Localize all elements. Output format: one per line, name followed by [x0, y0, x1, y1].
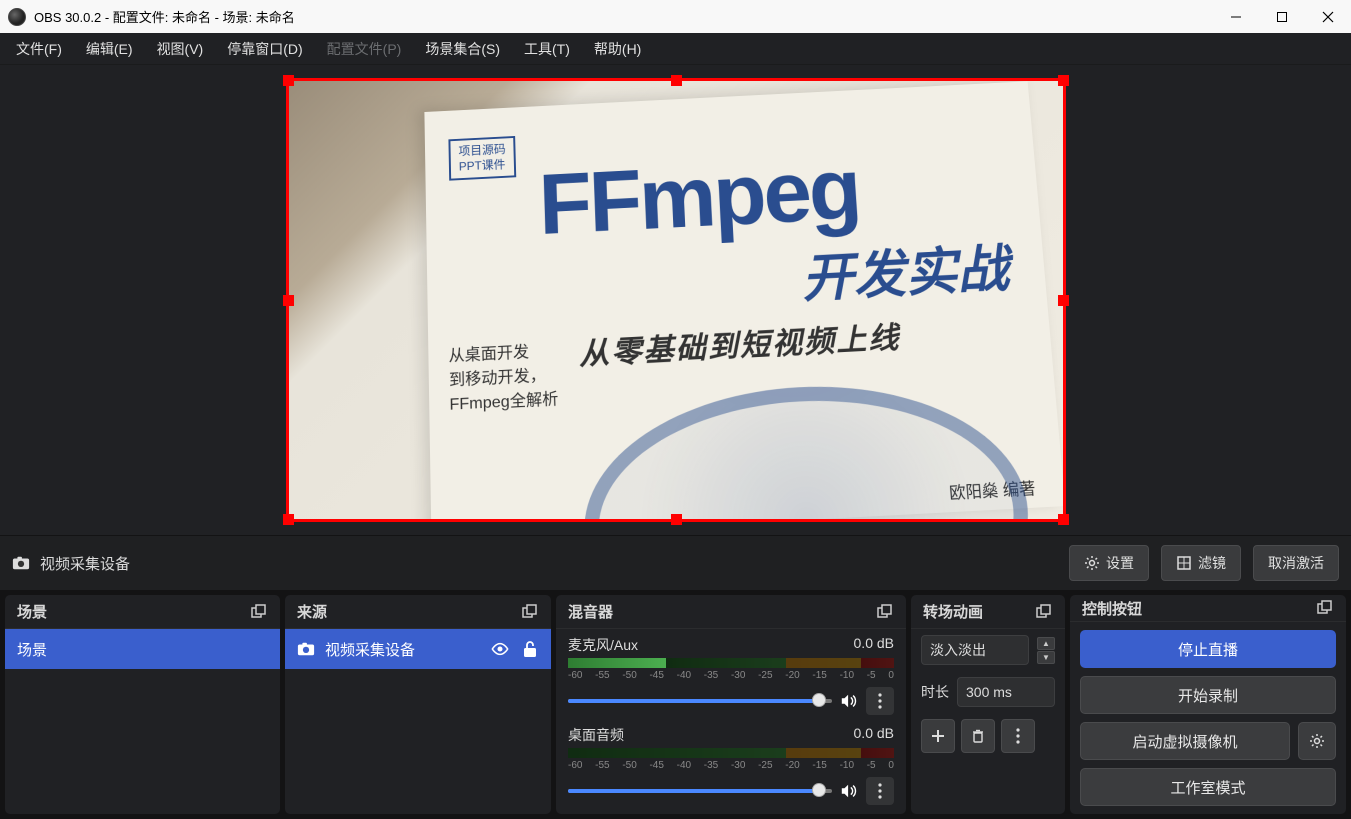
close-button[interactable] [1305, 0, 1351, 33]
controls-title: 控制按钮 [1082, 598, 1142, 619]
channel-menu-button[interactable] [866, 777, 894, 805]
dock-panels: 场景 场景 来源 视频采集设备 混音器 麦克风/Au [0, 590, 1351, 819]
add-transition-button[interactable] [921, 719, 955, 753]
popout-icon[interactable] [1316, 599, 1334, 617]
menu-help[interactable]: 帮助(H) [590, 35, 645, 63]
start-virtual-cam-button[interactable]: 启动虚拟摄像机 [1080, 722, 1290, 760]
popout-icon[interactable] [1035, 603, 1053, 621]
transition-menu-button[interactable] [1001, 719, 1035, 753]
resize-handle-tc[interactable] [671, 75, 682, 86]
spinner-down[interactable]: ▼ [1037, 651, 1055, 664]
mixer-channel-desktop: 桌面音频0.0 dB -60-55-50-45-40-35-30-25-20-1… [556, 719, 906, 809]
book-badge-line2: PPT课件 [458, 157, 505, 173]
virtual-cam-settings-button[interactable] [1298, 722, 1336, 760]
window-title: OBS 30.0.2 - 配置文件: 未命名 - 场景: 未命名 [34, 7, 295, 26]
scene-item[interactable]: 场景 [5, 629, 280, 669]
start-record-button[interactable]: 开始录制 [1080, 676, 1336, 714]
transitions-panel: 转场动画 淡入淡出 ▲▼ 时长 300 ms [911, 595, 1065, 814]
obs-logo-icon [8, 8, 26, 26]
audio-meter [568, 748, 894, 758]
mixer-title: 混音器 [568, 601, 613, 622]
eye-icon[interactable] [491, 640, 509, 658]
titlebar: OBS 30.0.2 - 配置文件: 未命名 - 场景: 未命名 [0, 0, 1351, 33]
sources-panel: 来源 视频采集设备 [285, 595, 551, 814]
resize-handle-bc[interactable] [671, 514, 682, 525]
mixer-panel: 混音器 麦克风/Aux0.0 dB -60-55-50-45-40-35-30-… [556, 595, 906, 814]
camera-icon [297, 640, 315, 658]
resize-handle-ml[interactable] [283, 295, 294, 306]
transition-select[interactable]: 淡入淡出 [921, 635, 1029, 665]
popout-icon[interactable] [521, 603, 539, 621]
spinner-up[interactable]: ▲ [1037, 637, 1055, 650]
menu-edit[interactable]: 编辑(E) [82, 35, 137, 63]
source-toolbar: 视频采集设备 设置 滤镜 取消激活 [0, 535, 1351, 590]
menu-view[interactable]: 视图(V) [153, 35, 208, 63]
resize-handle-bl[interactable] [283, 514, 294, 525]
resize-handle-tr[interactable] [1058, 75, 1069, 86]
preview-video-feed: 项目源码PPT课件 FFmpeg 开发实战 从零基础到短视频上线 从桌面开发到移… [289, 81, 1063, 519]
resize-handle-tl[interactable] [283, 75, 294, 86]
studio-mode-button[interactable]: 工作室模式 [1080, 768, 1336, 806]
deactivate-button[interactable]: 取消激活 [1253, 545, 1339, 581]
scenes-panel: 场景 场景 [5, 595, 280, 814]
duration-label: 时长 [921, 682, 949, 702]
popout-icon[interactable] [876, 603, 894, 621]
book-badge-line1: 项目源码 [458, 142, 505, 158]
resize-handle-mr[interactable] [1058, 295, 1069, 306]
stop-stream-button[interactable]: 停止直播 [1080, 630, 1336, 668]
menu-profile[interactable]: 配置文件(P) [323, 35, 406, 63]
resize-handle-br[interactable] [1058, 514, 1069, 525]
preview-canvas[interactable]: 项目源码PPT课件 FFmpeg 开发实战 从零基础到短视频上线 从桌面开发到移… [289, 81, 1063, 519]
channel-menu-button[interactable] [866, 687, 894, 715]
volume-slider[interactable] [568, 789, 832, 793]
volume-slider[interactable] [568, 699, 832, 703]
filters-button[interactable]: 滤镜 [1161, 545, 1241, 581]
menubar: 文件(F) 编辑(E) 视图(V) 停靠窗口(D) 配置文件(P) 场景集合(S… [0, 33, 1351, 65]
filter-icon [1176, 555, 1192, 571]
remove-transition-button[interactable] [961, 719, 995, 753]
gear-icon [1084, 555, 1100, 571]
camera-icon [12, 554, 30, 572]
menu-docks[interactable]: 停靠窗口(D) [223, 35, 306, 63]
book-title: FFmpeg [537, 142, 1016, 243]
lock-icon[interactable] [521, 640, 539, 658]
menu-tools[interactable]: 工具(T) [520, 35, 574, 63]
controls-panel: 控制按钮 停止直播 开始录制 启动虚拟摄像机 工作室模式 [1070, 595, 1346, 814]
selected-source-label: 视频采集设备 [40, 553, 130, 574]
speaker-icon[interactable] [840, 692, 858, 710]
popout-icon[interactable] [250, 603, 268, 621]
settings-button[interactable]: 设置 [1069, 545, 1149, 581]
preview-area[interactable]: 项目源码PPT课件 FFmpeg 开发实战 从零基础到短视频上线 从桌面开发到移… [0, 65, 1351, 535]
source-item[interactable]: 视频采集设备 [285, 629, 551, 669]
sources-title: 来源 [297, 601, 327, 622]
gear-icon [1309, 733, 1325, 749]
mixer-channel-mic: 麦克风/Aux0.0 dB -60-55-50-45-40-35-30-25-2… [556, 629, 906, 719]
audio-meter [568, 658, 894, 668]
menu-scene-collection[interactable]: 场景集合(S) [421, 35, 504, 63]
scenes-title: 场景 [17, 601, 47, 622]
speaker-icon[interactable] [840, 782, 858, 800]
minimize-button[interactable] [1213, 0, 1259, 33]
menu-file[interactable]: 文件(F) [12, 35, 66, 63]
maximize-button[interactable] [1259, 0, 1305, 33]
transitions-title: 转场动画 [923, 601, 983, 622]
transition-duration-input[interactable]: 300 ms [957, 677, 1055, 707]
